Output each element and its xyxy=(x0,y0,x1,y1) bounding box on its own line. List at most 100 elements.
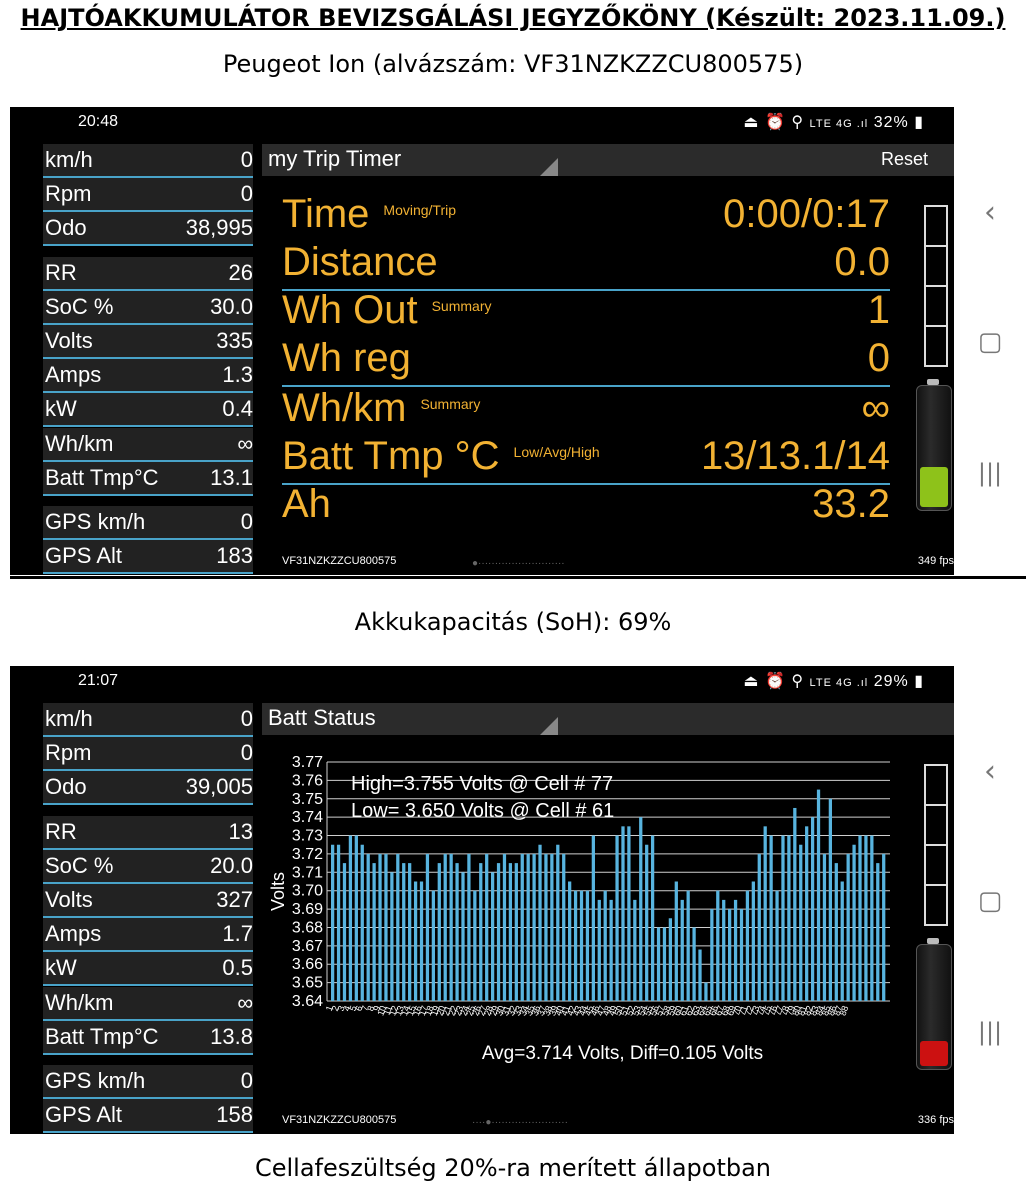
status-time: 21:07 xyxy=(78,672,119,689)
gauge-label: GPS km/h xyxy=(45,508,146,534)
cell-voltage-bar xyxy=(834,863,838,1001)
reset-button[interactable]: Reset xyxy=(881,149,928,170)
cell-voltage-bar xyxy=(532,853,536,1001)
recent-apps-icon[interactable]: ||| xyxy=(954,459,1026,487)
cell-voltage-bar xyxy=(538,844,542,1001)
gauge-label: SoC % xyxy=(45,293,114,319)
x-tick-label: 88 xyxy=(838,1004,851,1017)
gauge-row[interactable]: Odo 39,005 xyxy=(43,771,253,806)
home-icon[interactable]: ▢ xyxy=(954,886,1026,916)
gauge-row[interactable]: RR 13 xyxy=(43,815,253,850)
gauge-label: Wh/km xyxy=(45,430,114,456)
gauge-row[interactable]: Amps 1.3 xyxy=(43,359,253,394)
cell-voltage-bar xyxy=(354,835,358,1001)
cell-voltage-bar xyxy=(502,853,507,1001)
gauge-label: Odo xyxy=(45,215,87,241)
vin-label: VF31NZKZZCU800575 xyxy=(282,555,397,567)
cell-voltage-bar xyxy=(336,844,341,1001)
cell-voltage-bar xyxy=(490,872,495,1001)
trip-row-label: Time Moving/Trip xyxy=(282,192,456,237)
cell-voltage-bar xyxy=(467,853,471,1001)
gauge-row[interactable]: Batt Tmp°C 13.1 xyxy=(43,461,253,496)
gauge-row[interactable]: SoC % 30.0 xyxy=(43,290,253,325)
gauge-label: Volts xyxy=(45,327,93,353)
gauge-value: 0 xyxy=(240,706,253,731)
cell-voltage-bar xyxy=(775,890,779,1001)
gauge-row[interactable]: Wh/km ∞ xyxy=(43,986,253,1021)
gauge-row[interactable]: km/h 0 xyxy=(43,144,253,178)
trip-row-value: 0.0 xyxy=(834,240,890,284)
gauge-row[interactable]: RR 26 xyxy=(43,256,253,291)
cell-voltage-bar xyxy=(425,853,430,1001)
gauge-row[interactable]: GPS km/h 0 xyxy=(43,505,253,540)
screen-header[interactable]: Batt Status xyxy=(262,703,954,735)
gauge-label: GPS Alt xyxy=(45,543,123,569)
chart-annotation: Low= 3.650 Volts @ Cell # 61 xyxy=(351,800,614,822)
document-subtitle: Peugeot Ion (alvázszám: VF31NZKZZCU80057… xyxy=(222,50,804,78)
screen-title[interactable]: my Trip Timer xyxy=(268,146,401,172)
gauge-row[interactable]: Rpm 0 xyxy=(43,178,253,213)
gauge-value: 20.0 xyxy=(210,852,253,878)
cell-voltage-bar xyxy=(568,881,572,1001)
gauge-value: 39,005 xyxy=(185,774,253,800)
cell-voltage-bar xyxy=(858,835,862,1001)
cell-voltage-bar xyxy=(514,863,518,1001)
gauge-value: 0 xyxy=(240,147,253,172)
gauge-row[interactable]: SoC % 20.0 xyxy=(43,849,253,884)
page-indicator: ●·························· xyxy=(472,558,565,569)
fps-label: 336 fps xyxy=(917,1114,954,1126)
gauge-value: 38,995 xyxy=(185,215,253,241)
cell-voltage-bar xyxy=(674,881,678,1001)
cell-voltage-bar xyxy=(360,844,364,1001)
gauge-row[interactable]: GPS Alt 183 xyxy=(43,540,253,575)
cell-voltage-bar xyxy=(402,863,406,1001)
cell-voltage-bar xyxy=(331,844,335,1001)
gauge-row[interactable]: Amps 1.7 xyxy=(43,918,253,953)
nav-bar-1: ‹ ▢ ||| xyxy=(954,107,1026,575)
gauge-row[interactable]: GPS Alt 158 xyxy=(43,1099,253,1134)
cell-voltage-bar xyxy=(781,835,785,1001)
gauge-row[interactable]: Rpm 0 xyxy=(43,737,253,772)
cell-voltage-bar xyxy=(378,853,382,1001)
cell-voltage-bar xyxy=(882,853,886,1001)
gauge-row[interactable]: GPS km/h 0 xyxy=(43,1064,253,1099)
recent-apps-icon[interactable]: ||| xyxy=(954,1018,1026,1046)
trip-row-label: Wh Out Summary xyxy=(282,288,492,333)
gauge-label: km/h xyxy=(45,706,93,731)
cell-voltage-bar xyxy=(573,890,578,1001)
gauge-value: 183 xyxy=(216,543,253,569)
gauge-row[interactable]: km/h 0 xyxy=(43,703,253,737)
battery-percent: 29% xyxy=(873,673,909,690)
screen-header[interactable]: my Trip Timer Reset xyxy=(262,144,954,176)
gauge-row[interactable]: Volts 335 xyxy=(43,324,253,359)
cell-voltage-bar xyxy=(390,872,394,1001)
dropdown-corner-icon[interactable] xyxy=(540,158,558,176)
cell-voltage-bar xyxy=(556,844,560,1001)
gauge-row[interactable]: Batt Tmp°C 13.8 xyxy=(43,1020,253,1055)
y-tick-label: 3.75 xyxy=(292,791,323,808)
back-icon[interactable]: ‹ xyxy=(954,754,1026,789)
location-icon: ⚲ xyxy=(791,114,805,131)
home-icon[interactable]: ▢ xyxy=(954,327,1026,357)
dropdown-corner-icon[interactable] xyxy=(540,717,558,735)
cell-voltage-bar xyxy=(609,899,613,1001)
cell-voltage-bar xyxy=(733,899,738,1001)
gauge-row[interactable]: kW 0.4 xyxy=(43,393,253,428)
cell-voltage-bar xyxy=(591,835,595,1001)
trip-row-sub: Summary xyxy=(431,298,492,315)
cell-voltage-bar xyxy=(372,863,376,1001)
gauge-row[interactable]: kW 0.5 xyxy=(43,952,253,987)
back-icon[interactable]: ‹ xyxy=(954,195,1026,230)
gauge-row[interactable]: Wh/km ∞ xyxy=(43,427,253,462)
location-icon: ⚲ xyxy=(791,673,805,690)
gauge-row[interactable]: Odo 38,995 xyxy=(43,212,253,247)
trip-row: Distance 0.0 xyxy=(282,240,890,289)
soh-caption: Akkukapacitás (SoH): 69% xyxy=(354,608,672,636)
cell-voltage-bar xyxy=(668,918,673,1001)
trip-row-label: Distance xyxy=(282,240,438,285)
cell-voltage-bar xyxy=(828,798,833,1001)
screen-title[interactable]: Batt Status xyxy=(268,705,376,731)
gauge-row[interactable]: Volts 327 xyxy=(43,883,253,918)
cell-voltage-bar xyxy=(615,835,619,1001)
trip-row: Wh/km Summary ∞ xyxy=(282,386,890,435)
